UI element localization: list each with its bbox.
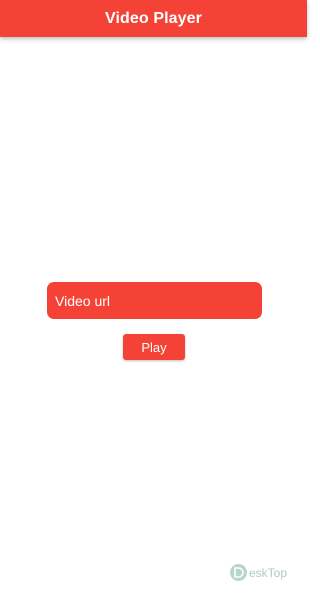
app-bar: Video Player (0, 0, 307, 37)
watermark-text: eskTop (249, 565, 288, 580)
video-url-input[interactable] (47, 282, 262, 319)
app-title: Video Player (105, 9, 202, 27)
play-button[interactable]: Play (123, 334, 185, 360)
watermark: eskTop (230, 564, 287, 581)
video-player-screen: Video Player Play eskTop (0, 0, 307, 600)
d-logo-icon (230, 564, 247, 581)
